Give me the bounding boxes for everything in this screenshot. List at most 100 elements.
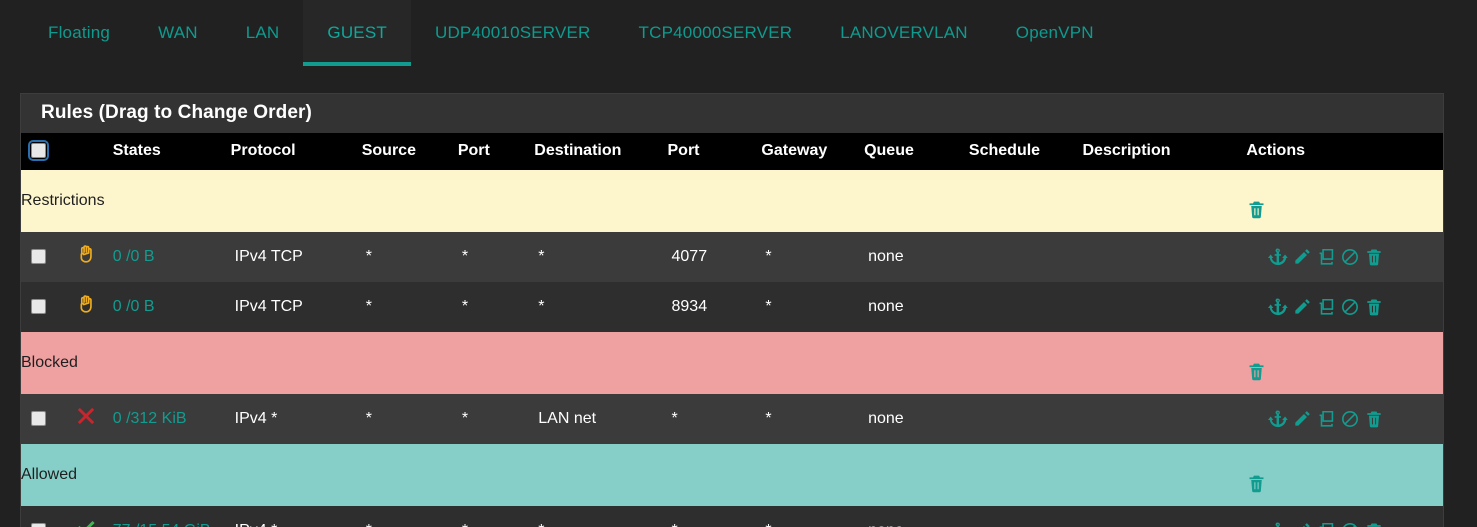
column-source-port: Port <box>457 142 490 159</box>
rule-actions-cell <box>1246 282 1443 332</box>
reject-hand-icon <box>75 295 97 319</box>
column-protocol: Protocol <box>230 142 296 159</box>
copy-icon[interactable] <box>1316 409 1336 429</box>
rule-protocol: IPv4 TCP <box>234 247 303 265</box>
rule-schedule <box>969 282 1083 332</box>
tab-lan[interactable]: LAN <box>222 0 304 66</box>
rule-schedule <box>969 394 1083 444</box>
table-row[interactable]: 0 /0 B IPv4 TCP * * * 8934 * none <box>21 282 1443 332</box>
rule-queue: none <box>868 247 904 265</box>
rule-description <box>1083 394 1247 444</box>
rule-destination: LAN net <box>538 409 597 427</box>
row-checkbox[interactable] <box>31 410 46 426</box>
rule-action-icon-cell <box>67 506 113 527</box>
rule-gateway: * <box>765 247 772 265</box>
rule-gateway: * <box>765 297 772 315</box>
row-checkbox[interactable] <box>31 298 46 314</box>
copy-icon[interactable] <box>1316 521 1336 527</box>
rule-protocol: IPv4 TCP <box>234 297 303 315</box>
rule-description <box>1083 506 1247 527</box>
trash-icon[interactable] <box>1246 455 1443 494</box>
select-all-checkbox[interactable] <box>28 140 49 162</box>
row-checkbox[interactable] <box>31 248 46 264</box>
rule-gateway: * <box>765 409 772 427</box>
rule-dest-port: 4077 <box>671 247 708 265</box>
anchor-icon[interactable] <box>1268 521 1288 527</box>
anchor-icon[interactable] <box>1268 409 1289 429</box>
rule-source-port: * <box>461 247 469 265</box>
tab-guest[interactable]: GUEST <box>303 0 411 66</box>
rule-states-link[interactable]: 0 /0 B <box>113 298 155 315</box>
disable-ban-icon[interactable] <box>1340 247 1360 267</box>
edit-pencil-icon[interactable] <box>1292 297 1312 317</box>
edit-pencil-icon[interactable] <box>1292 521 1312 527</box>
rule-action-icon-cell <box>67 282 113 332</box>
trash-icon[interactable] <box>1364 297 1384 317</box>
separator-row[interactable]: Blocked <box>21 332 1443 394</box>
row-select-cell <box>21 282 67 332</box>
tab-tcp40000server[interactable]: TCP40000SERVER <box>615 0 817 66</box>
rule-queue: none <box>864 506 969 527</box>
row-checkbox[interactable] <box>31 522 46 527</box>
trash-icon[interactable] <box>1364 521 1384 527</box>
tab-udp40010server[interactable]: UDP40010SERVER <box>411 0 615 66</box>
column-state-icon <box>67 133 113 170</box>
tab-lanovervlan[interactable]: LANOVERVLAN <box>816 0 992 66</box>
trash-icon[interactable] <box>1246 181 1443 220</box>
rule-actions-cell <box>1246 394 1443 444</box>
separator-actions <box>1246 332 1443 394</box>
rule-states-link[interactable]: 0 /0 B <box>113 248 155 265</box>
rule-source-port: * <box>461 297 469 315</box>
separator-label: Restrictions <box>21 191 105 209</box>
rule-source-port: * <box>458 506 534 527</box>
trash-icon[interactable] <box>1246 343 1443 382</box>
rule-action-icon-cell <box>67 232 113 282</box>
rule-gateway: * <box>761 506 864 527</box>
rule-queue: none <box>868 409 904 427</box>
rule-destination: * <box>538 297 545 315</box>
separator-actions <box>1246 444 1443 506</box>
column-actions: Actions <box>1246 142 1305 159</box>
edit-pencil-icon[interactable] <box>1292 247 1312 267</box>
rule-destination: * <box>534 506 667 527</box>
separator-label: Allowed <box>21 465 78 483</box>
rule-destination: * <box>538 247 545 265</box>
row-action-icons <box>1246 521 1443 527</box>
tab-openvpn[interactable]: OpenVPN <box>992 0 1118 66</box>
table-row[interactable]: 77 /15.54 GiBIPv4 ******none <box>21 506 1443 527</box>
anchor-icon[interactable] <box>1268 247 1289 267</box>
tab-floating[interactable]: Floating <box>24 0 134 66</box>
separator-row[interactable]: Restrictions <box>21 170 1443 232</box>
rule-protocol: IPv4 * <box>231 506 362 527</box>
disable-ban-icon[interactable] <box>1340 297 1360 317</box>
select-all-header <box>21 133 67 170</box>
table-row[interactable]: 0 /312 KiB IPv4 * * * LAN net * * none <box>21 394 1443 444</box>
row-action-icons <box>1246 297 1443 317</box>
trash-icon[interactable] <box>1364 247 1384 267</box>
rule-queue: none <box>868 297 904 315</box>
rule-dest-port: * <box>668 506 762 527</box>
column-description: Description <box>1082 142 1171 159</box>
trash-icon[interactable] <box>1364 409 1384 429</box>
anchor-icon[interactable] <box>1268 297 1289 317</box>
disable-ban-icon[interactable] <box>1340 521 1360 527</box>
disable-ban-icon[interactable] <box>1340 409 1360 429</box>
table-body: Restrictions 0 /0 B IPv4 TCP * * * 4077 * none 0 … <box>21 170 1443 527</box>
rule-description <box>1083 282 1247 332</box>
table-row[interactable]: 0 /0 B IPv4 TCP * * * 4077 * none <box>21 232 1443 282</box>
copy-icon[interactable] <box>1316 247 1336 267</box>
rule-states-link[interactable]: 0 /312 KiB <box>113 410 187 427</box>
copy-icon[interactable] <box>1316 297 1336 317</box>
separator-row[interactable]: Allowed <box>21 444 1443 506</box>
column-source: Source <box>361 142 416 159</box>
rule-source: * <box>362 506 458 527</box>
edit-pencil-icon[interactable] <box>1292 409 1312 429</box>
table-header-row: States Protocol Source Port Destination … <box>21 133 1443 170</box>
interface-tab-bar: Floating WAN LAN GUEST UDP40010SERVER TCP4000… <box>0 0 1477 73</box>
rule-states-link[interactable]: 77 /15.54 GiB <box>113 522 211 527</box>
reject-hand-icon <box>75 245 97 269</box>
tab-wan[interactable]: WAN <box>134 0 222 66</box>
rule-source-port: * <box>461 409 469 427</box>
firewall-rules-panel: Rules (Drag to Change Order) States Prot… <box>20 93 1444 527</box>
column-dest-port: Port <box>667 142 700 159</box>
